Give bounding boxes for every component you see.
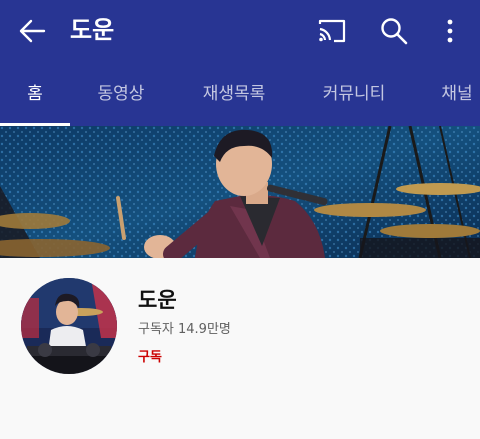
tab-playlists[interactable]: 재생목록 — [186, 66, 282, 126]
app-bar: 도운 홈 동영상 재생목록 커뮤니티 채널 — [0, 0, 480, 126]
more-vert-icon[interactable] — [432, 13, 468, 49]
channel-info: 도운 구독자 14.9만명 구독 — [0, 258, 480, 439]
channel-banner — [0, 126, 480, 258]
tab-channels-label: 채널 — [441, 84, 473, 104]
tab-home[interactable]: 홈 — [0, 66, 70, 126]
tab-videos-label: 동영상 — [97, 84, 145, 104]
tab-community-label: 커뮤니티 — [322, 84, 386, 104]
tab-home-label: 홈 — [27, 84, 43, 104]
tab-channels[interactable]: 채널 — [426, 66, 480, 126]
channel-avatar[interactable] — [21, 278, 117, 374]
top-toolbar: 도운 — [0, 0, 480, 62]
channel-tabs: 홈 동영상 재생목록 커뮤니티 채널 — [0, 66, 480, 126]
tab-playlists-label: 재생목록 — [202, 84, 266, 104]
tab-videos[interactable]: 동영상 — [80, 66, 162, 126]
subscribe-button[interactable]: 구독 — [138, 346, 162, 365]
subscriber-count: 구독자 14.9만명 — [138, 322, 231, 337]
channel-name: 도운 — [138, 288, 177, 312]
page-title: 도운 — [70, 16, 115, 44]
tab-community[interactable]: 커뮤니티 — [306, 66, 402, 126]
back-arrow-icon[interactable] — [14, 13, 50, 49]
search-icon[interactable] — [376, 13, 412, 49]
cast-icon[interactable] — [314, 13, 350, 49]
